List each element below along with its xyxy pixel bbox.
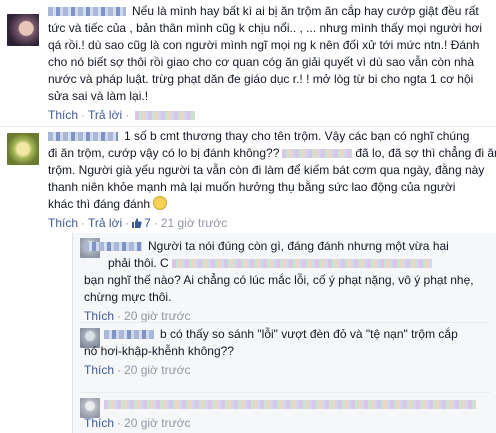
comment-line: qá rồi.! dù sao cũg là con người mình ng… [48,38,480,52]
reply-3: Thích · 20 giờ trước [80,396,490,433]
like-link[interactable]: Thích [84,363,114,377]
comment-line: Nếu là mình hay bất kì ai bị ăn trộm ăn … [132,4,479,18]
comment-actions: Thích · 20 giờ trước [84,362,488,378]
author-name[interactable] [48,132,118,142]
comment-text: Người ta nói đúng còn gì, đáng đánh nhưn… [84,238,488,306]
separator: · [117,363,122,377]
censored-blur [171,259,432,269]
censored-blur [104,400,476,410]
comment-body: Thích · 20 giờ trước [84,396,488,431]
comment-line: đi ăn trộm, cướp vậy có lo bị đánh không… [48,146,280,160]
comment-line: nước và pháp luật. trừg phạt dăn đe giáo… [48,72,474,86]
comment-line: khác thì đáng đánh [48,197,151,211]
author-name[interactable] [48,7,126,17]
separator: · [81,216,86,230]
comment-line: Người ta nói đúng còn gì, đáng đánh nhưn… [148,239,449,253]
comment-body: 1 số b cmt thương thay cho tên trộm. Vậy… [48,128,496,231]
timestamp[interactable]: 20 giờ trước [124,363,190,377]
like-link[interactable]: Thích [84,309,114,323]
comment-text: Nếu là mình hay bất kì ai bị ăn trộm ăn … [48,3,488,105]
comment-text [84,396,488,413]
comment-1: Nếu là mình hay bất kì ai bị ăn trộm ăn … [0,0,496,123]
divider [80,322,490,323]
comment-body: Nếu là mình hay bất kì ai bị ăn trộm ăn … [48,3,488,123]
comment-line: chừng mực thôi. [84,290,172,304]
like-link[interactable]: Thích [84,416,114,430]
comment-line: tức và tiếc của , bản thân mình cũg k ch… [48,21,483,35]
like-link[interactable]: Thích [48,216,78,230]
comment-line: cho nó biết sợ thôi rồi giao cho cơ quan… [48,55,475,69]
separator: · [117,416,122,430]
separator: · [153,216,158,230]
like-count-value: 7 [144,216,151,230]
separator: · [81,108,86,122]
reply-1: Người ta nói đúng còn gì, đáng đánh nhưn… [80,236,490,324]
comment-line: trộm. Người già yếu người ta vẫn còn đi … [48,163,485,177]
avatar[interactable] [7,14,39,46]
comment-text: b có thấy so sánh "lỗi" vượt đèn đỏ và "… [84,326,488,360]
comment-text: 1 số b cmt thương thay cho tên trộm. Vậy… [48,128,496,213]
comment-line: nó hơi-khập-khễnh không?? [84,344,234,358]
timestamp[interactable]: 21 giờ trước [161,216,227,230]
comment-2: 1 số b cmt thương thay cho tên trộm. Vậy… [0,128,496,233]
thumbs-up-icon [132,218,142,228]
comment-line: sửa sai và làm lại.! [48,89,149,103]
comment-line: b có thấy so sánh "lỗi" vượt đèn đỏ và "… [160,327,458,341]
comment-body: b có thấy so sánh "lỗi" vượt đèn đỏ và "… [84,326,488,378]
timestamp[interactable]: 20 giờ trước [124,309,190,323]
comment-actions: Thích · Trả lời · [48,107,488,123]
comment-line: phải thôi. C [108,256,169,270]
reply-link[interactable]: Trả lời [88,108,122,122]
comment-actions: Thích · 20 giờ trước [84,415,488,431]
comment-line: thanh niên khỏe mạnh mà lại muốn hưởng t… [48,180,456,194]
author-name[interactable] [104,330,154,340]
comment-body: Người ta nói đúng còn gì, đáng đánh nhưn… [84,238,488,324]
like-count[interactable]: 7 [132,216,151,230]
timestamp[interactable]: 20 giờ trước [124,416,190,430]
divider [0,126,496,127]
reply-link[interactable]: Trả lời [88,216,122,230]
author-name[interactable] [84,242,142,252]
comment-actions: Thích · Trả lời · 7 · 21 giờ trước [48,215,488,231]
reply-2: b có thấy so sánh "lỗi" vượt đèn đỏ và "… [80,326,490,386]
comment-line: đã lo, đã sợ thì chẳng đi ăn [355,146,496,160]
divider [80,392,490,393]
like-link[interactable]: Thích [48,108,78,122]
separator: · [117,309,122,323]
separator: · [125,108,130,122]
comment-line: 1 số b cmt thương thay cho tên trộm. Vậy… [124,129,470,143]
smile-sticker-icon [153,196,168,210]
separator: · [125,216,130,230]
avatar[interactable] [7,133,39,165]
censored-blur [282,149,353,159]
timestamp-blur [135,111,196,121]
comment-line: bạn nghĩ thế nào? Ai chẳng có lúc mắc lỗ… [84,273,474,287]
